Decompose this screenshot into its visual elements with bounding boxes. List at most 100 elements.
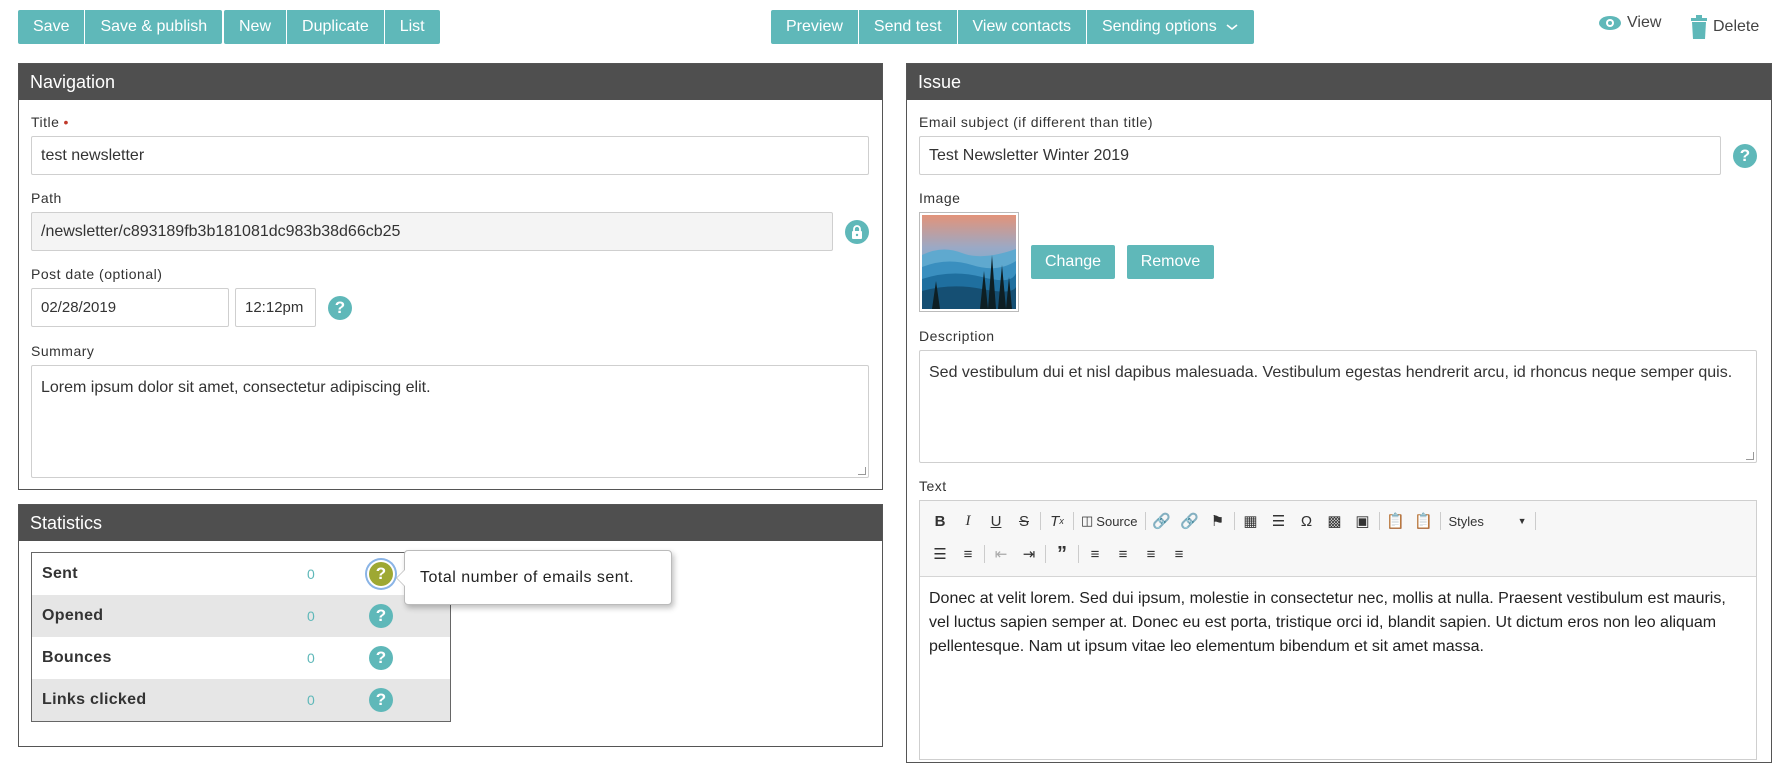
bounces-help-icon[interactable]: ? [369, 646, 393, 670]
bold-icon[interactable]: B [926, 508, 954, 534]
issue-header: Issue [907, 64, 1771, 100]
sent-tooltip: Total number of emails sent. [396, 550, 672, 605]
stat-row-sent: Sent 0 ? [32, 553, 450, 595]
statistics-table: Sent 0 ? Opened 0 ? Bounces 0 ? Links cl… [31, 552, 451, 722]
bulleted-list-icon[interactable]: ≡ [954, 541, 982, 567]
sent-help-icon[interactable]: ? [369, 562, 393, 586]
duplicate-button[interactable]: Duplicate [287, 10, 385, 44]
new-button[interactable]: New [224, 10, 288, 44]
align-justify-icon[interactable]: ≡ [1165, 541, 1193, 567]
stat-value: 0 [307, 608, 315, 624]
rich-text-editor: B I U S Tx ◫ Source 🔗 🔗 ⚑ ▦ ☰ Ω ▩ ▣ 📋 📋 S… [919, 500, 1757, 760]
strikethrough-icon[interactable]: S [1010, 508, 1038, 534]
preview-button[interactable]: Preview [771, 10, 859, 44]
navigation-header: Navigation [19, 64, 882, 100]
toolbar-separator [984, 545, 985, 563]
trash-icon [1691, 15, 1707, 39]
stat-value: 0 [307, 650, 315, 666]
change-image-button[interactable]: Change [1031, 245, 1115, 279]
toolbar-separator [1233, 512, 1235, 530]
required-mark: • [63, 114, 69, 130]
stat-row-links-clicked: Links clicked 0 ? [32, 679, 450, 721]
send-test-button[interactable]: Send test [858, 10, 958, 44]
mountain-landscape-image [922, 215, 1016, 309]
unlink-icon[interactable]: 🔗 [1176, 508, 1204, 534]
styles-label: Styles [1448, 513, 1484, 529]
delete-label: Delete [1713, 18, 1760, 35]
image-label: Image [919, 190, 961, 206]
resize-handle[interactable] [858, 467, 866, 475]
view-link[interactable]: View [1598, 14, 1661, 32]
italic-icon[interactable]: I [954, 508, 982, 534]
document-icon: ◫ [1081, 513, 1094, 528]
post-date-label: Post date (optional) [31, 266, 163, 282]
text-label: Text [919, 478, 947, 494]
anchor-flag-icon[interactable]: ⚑ [1204, 508, 1232, 534]
title-label-text: Title [31, 114, 60, 130]
indent-icon[interactable]: ⇥ [1015, 541, 1043, 567]
stat-row-opened: Opened 0 ? [32, 595, 450, 637]
image-icon[interactable]: ▣ [1349, 508, 1377, 534]
paste-word-icon[interactable]: 📋 [1410, 508, 1438, 534]
list-button[interactable]: List [384, 10, 440, 44]
editor-toolbar: B I U S Tx ◫ Source 🔗 🔗 ⚑ ▦ ☰ Ω ▩ ▣ 📋 📋 S… [920, 501, 1756, 577]
video-icon[interactable]: ▩ [1321, 508, 1349, 534]
view-contacts-button[interactable]: View contacts [957, 10, 1087, 44]
horizontal-line-icon[interactable]: ☰ [1265, 508, 1293, 534]
image-thumbnail[interactable] [919, 212, 1019, 312]
delete-link[interactable]: Delete [1690, 15, 1759, 39]
summary-textarea[interactable]: Lorem ipsum dolor sit amet, consectetur … [31, 365, 869, 478]
toolbar-separator [1040, 512, 1041, 530]
numbered-list-icon[interactable]: ☰ [926, 541, 954, 567]
stat-value: 0 [307, 692, 315, 708]
stat-value: 0 [307, 566, 315, 582]
toolbar-separator [1078, 545, 1079, 563]
align-left-icon[interactable]: ≡ [1081, 541, 1109, 567]
path-input[interactable]: /newsletter/c893189fb3b181081dc983b38d66… [31, 212, 833, 251]
chevron-down-icon [1226, 24, 1238, 31]
paste-text-icon[interactable]: 📋 [1382, 508, 1410, 534]
resize-handle[interactable] [1746, 452, 1754, 460]
post-date-help-icon[interactable]: ? [328, 296, 352, 320]
stat-name: Bounces [42, 649, 112, 666]
summary-label: Summary [31, 343, 95, 359]
save-button-group: Save Save & publish [18, 10, 223, 44]
styles-dropdown[interactable]: Styles ▼ [1443, 514, 1533, 529]
record-button-group: New Duplicate List [224, 10, 440, 44]
outdent-icon[interactable]: ⇤ [987, 541, 1015, 567]
special-character-icon[interactable]: Ω [1293, 508, 1321, 534]
opened-help-icon[interactable]: ? [369, 604, 393, 628]
email-subject-input[interactable]: Test Newsletter Winter 2019 [919, 136, 1721, 175]
title-label: Title • [31, 114, 69, 130]
source-label: Source [1096, 513, 1138, 529]
save-button[interactable]: Save [18, 10, 86, 44]
link-icon[interactable]: 🔗 [1148, 508, 1176, 534]
remove-format-icon[interactable]: Tx [1043, 508, 1071, 534]
toolbar-separator [1073, 512, 1074, 530]
stat-row-bounces: Bounces 0 ? [32, 637, 450, 679]
links-clicked-help-icon[interactable]: ? [369, 688, 393, 712]
sending-button-group: Preview Send test View contacts Sending … [771, 10, 1254, 44]
view-label: View [1627, 14, 1662, 31]
lock-icon[interactable] [845, 220, 869, 244]
table-icon[interactable]: ▦ [1237, 508, 1265, 534]
editor-content[interactable]: Donec at velit lorem. Sed dui ipsum, mol… [920, 577, 1756, 669]
post-date-input[interactable]: 02/28/2019 [31, 288, 229, 327]
remove-image-button[interactable]: Remove [1127, 245, 1214, 279]
email-subject-help-icon[interactable]: ? [1733, 144, 1757, 168]
align-center-icon[interactable]: ≡ [1109, 541, 1137, 567]
description-text: Sed vestibulum dui et nisl dapibus males… [929, 364, 1733, 381]
underline-icon[interactable]: U [982, 508, 1010, 534]
toolbar-separator [1534, 512, 1536, 530]
blockquote-icon[interactable]: ” [1048, 541, 1076, 567]
source-button[interactable]: ◫ Source [1076, 508, 1143, 534]
title-input[interactable]: test newsletter [31, 136, 869, 175]
post-time-input[interactable]: 12:12pm [235, 288, 316, 327]
save-publish-button[interactable]: Save & publish [85, 10, 223, 44]
summary-text: Lorem ipsum dolor sit amet, consectetur … [41, 379, 431, 396]
toolbar-separator [1439, 512, 1441, 530]
align-right-icon[interactable]: ≡ [1137, 541, 1165, 567]
editor-toolbar-row-1: B I U S Tx ◫ Source 🔗 🔗 ⚑ ▦ ☰ Ω ▩ ▣ 📋 📋 S… [926, 508, 1538, 534]
sending-options-button[interactable]: Sending options [1086, 10, 1254, 44]
description-textarea[interactable]: Sed vestibulum dui et nisl dapibus males… [919, 350, 1757, 463]
